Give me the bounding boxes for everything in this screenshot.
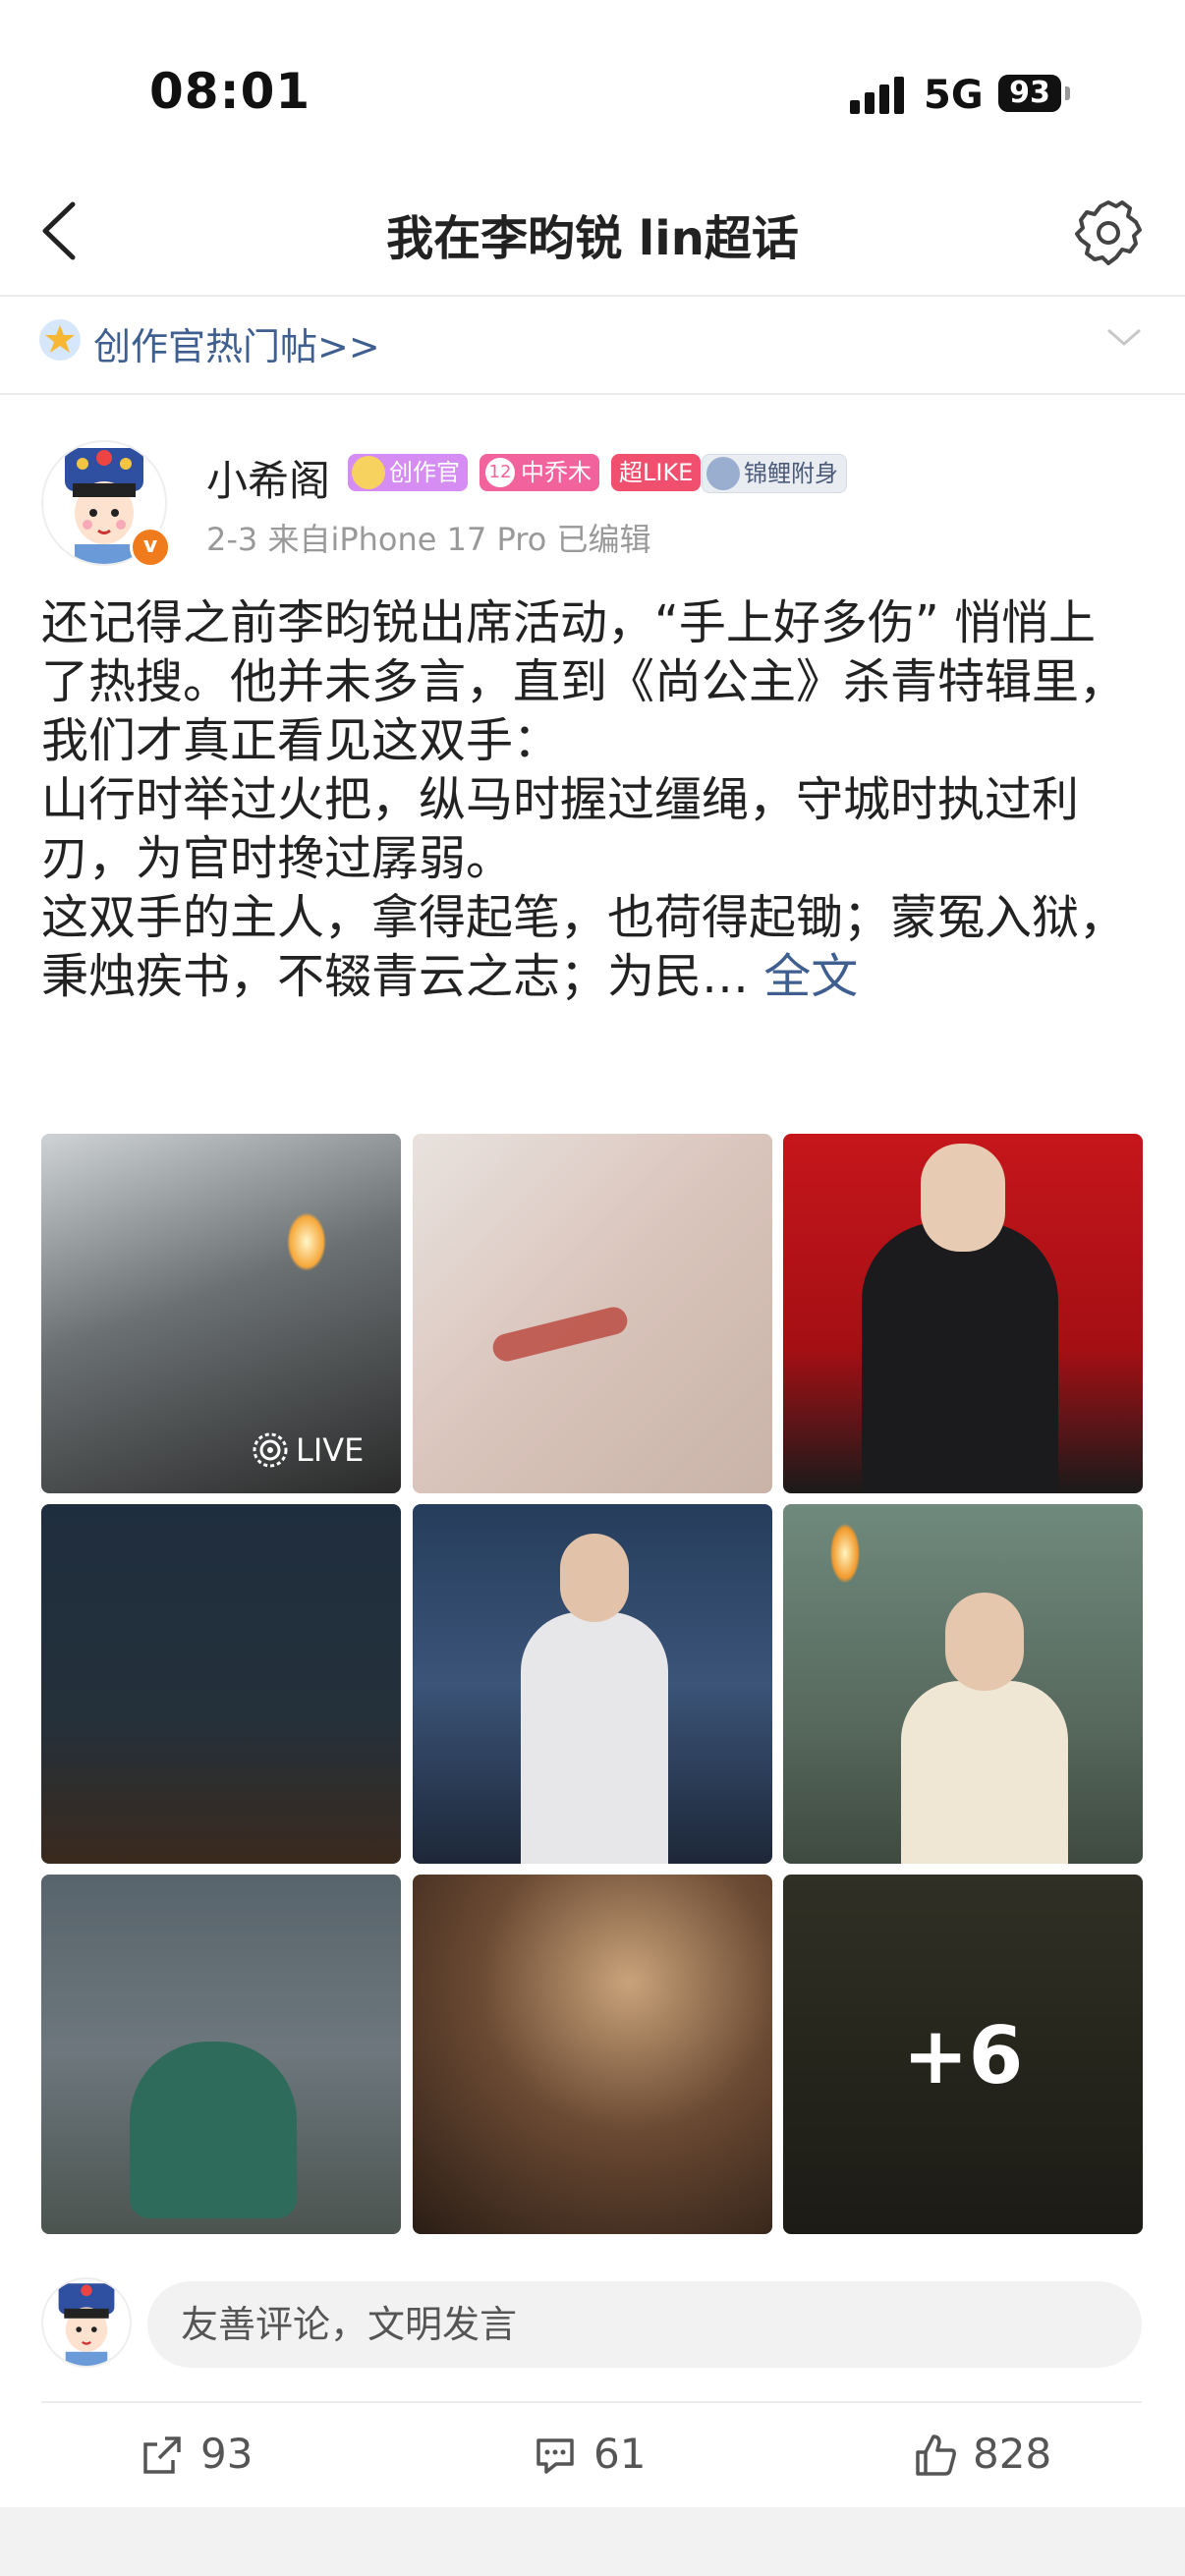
face-shape [945, 1593, 1024, 1691]
username[interactable]: 小希阁 [206, 448, 330, 508]
status-time: 08:01 [149, 63, 311, 120]
post-paragraph-1: 还记得之前李昀锐出席活动，“手上好多伤” 悄悄上了热搜。他并未多言，直到《尚公主… [41, 595, 1127, 768]
super-like-label: 超LIKE [619, 459, 694, 486]
post-body: 还记得之前李昀锐出席活动，“手上好多伤” 悄悄上了热搜。他并未多言，直到《尚公主… [41, 593, 1142, 1006]
battery-icon: 93 [998, 75, 1061, 112]
hot-bar-divider [0, 393, 1185, 395]
signal-icon [850, 77, 905, 114]
torch-flame [830, 1524, 860, 1583]
post-image-8[interactable] [413, 1875, 772, 2234]
star-badge-icon [37, 317, 83, 363]
chevron-down-icon[interactable] [1104, 326, 1144, 350]
like-button[interactable]: 828 [912, 2425, 1108, 2484]
share-count: 93 [200, 2430, 254, 2478]
green-robe-figure [130, 2042, 297, 2218]
hot-posts-link[interactable]: 创作官热门帖>> [93, 316, 380, 370]
robe-figure [901, 1681, 1068, 1864]
super-like-badge[interactable]: 超LIKE [611, 454, 702, 491]
comment-count: 61 [593, 2430, 647, 2478]
white-robe-figure [521, 1612, 668, 1864]
battery-tip [1065, 86, 1070, 100]
koi-badge[interactable]: 锦鲤附身 [702, 454, 847, 493]
like-count: 828 [973, 2430, 1052, 2478]
nav-divider [0, 295, 1185, 297]
network-type: 5G [924, 73, 984, 118]
thumbs-up-icon [916, 2435, 956, 2476]
post-image-2[interactable] [413, 1134, 772, 1493]
post-paragraph-3-text: 这双手的主人，拿得起笔，也荷得起锄；蒙冤入狱，秉烛疾书，不辍青云之志；为民… [41, 890, 1127, 1004]
level-badge-number: 12 [483, 456, 517, 489]
my-avatar[interactable] [41, 2277, 132, 2368]
share-button[interactable]: 93 [140, 2425, 316, 2484]
verified-badge: v [130, 527, 171, 568]
suit-figure [862, 1222, 1058, 1493]
post-image-4[interactable] [41, 1504, 401, 1864]
post-image-6[interactable] [783, 1504, 1143, 1864]
live-label: LIVE [296, 1431, 365, 1469]
page-title: 我在李昀锐 lin超话 [386, 211, 799, 266]
gear-icon[interactable] [1071, 196, 1146, 271]
post-paragraph-2: 山行时举过火把，纵马时握过缰绳，守城时执过利刃，为官时搀过孱弱。 [41, 772, 1080, 886]
full-text-link[interactable]: 全文 [763, 949, 858, 1004]
ink-stroke [489, 1304, 631, 1365]
post-meta: 2-3 来自iPhone 17 Pro 已编辑 [206, 521, 651, 558]
share-icon [143, 2436, 181, 2474]
koi-icon [706, 457, 740, 490]
koi-badge-label: 锦鲤附身 [744, 460, 838, 487]
torch-flame [287, 1212, 326, 1271]
creator-badge-icon [352, 456, 385, 489]
post-image-3[interactable] [783, 1134, 1143, 1493]
more-images-count[interactable]: +6 [783, 1876, 1143, 2236]
face-shape [921, 1144, 1005, 1252]
comment-icon [536, 2438, 574, 2474]
comment-input[interactable] [147, 2281, 1142, 2368]
comment-button[interactable]: 61 [533, 2425, 709, 2484]
level-badge[interactable]: 12 中乔木 [480, 454, 599, 491]
level-badge-label: 中乔木 [521, 459, 592, 486]
creator-badge[interactable]: 创作官 [348, 454, 468, 491]
post-image-7[interactable] [41, 1875, 401, 2234]
face-shape [560, 1534, 629, 1622]
back-icon[interactable] [29, 196, 88, 265]
action-divider [41, 2401, 1142, 2403]
post-image-5[interactable] [413, 1504, 772, 1864]
next-post-separator [0, 2507, 1185, 2576]
post-paragraph-3: 这双手的主人，拿得起笔，也荷得起锄；蒙冤入狱，秉烛疾书，不辍青云之志；为民… 全… [41, 888, 1142, 1006]
creator-badge-label: 创作官 [389, 459, 460, 486]
